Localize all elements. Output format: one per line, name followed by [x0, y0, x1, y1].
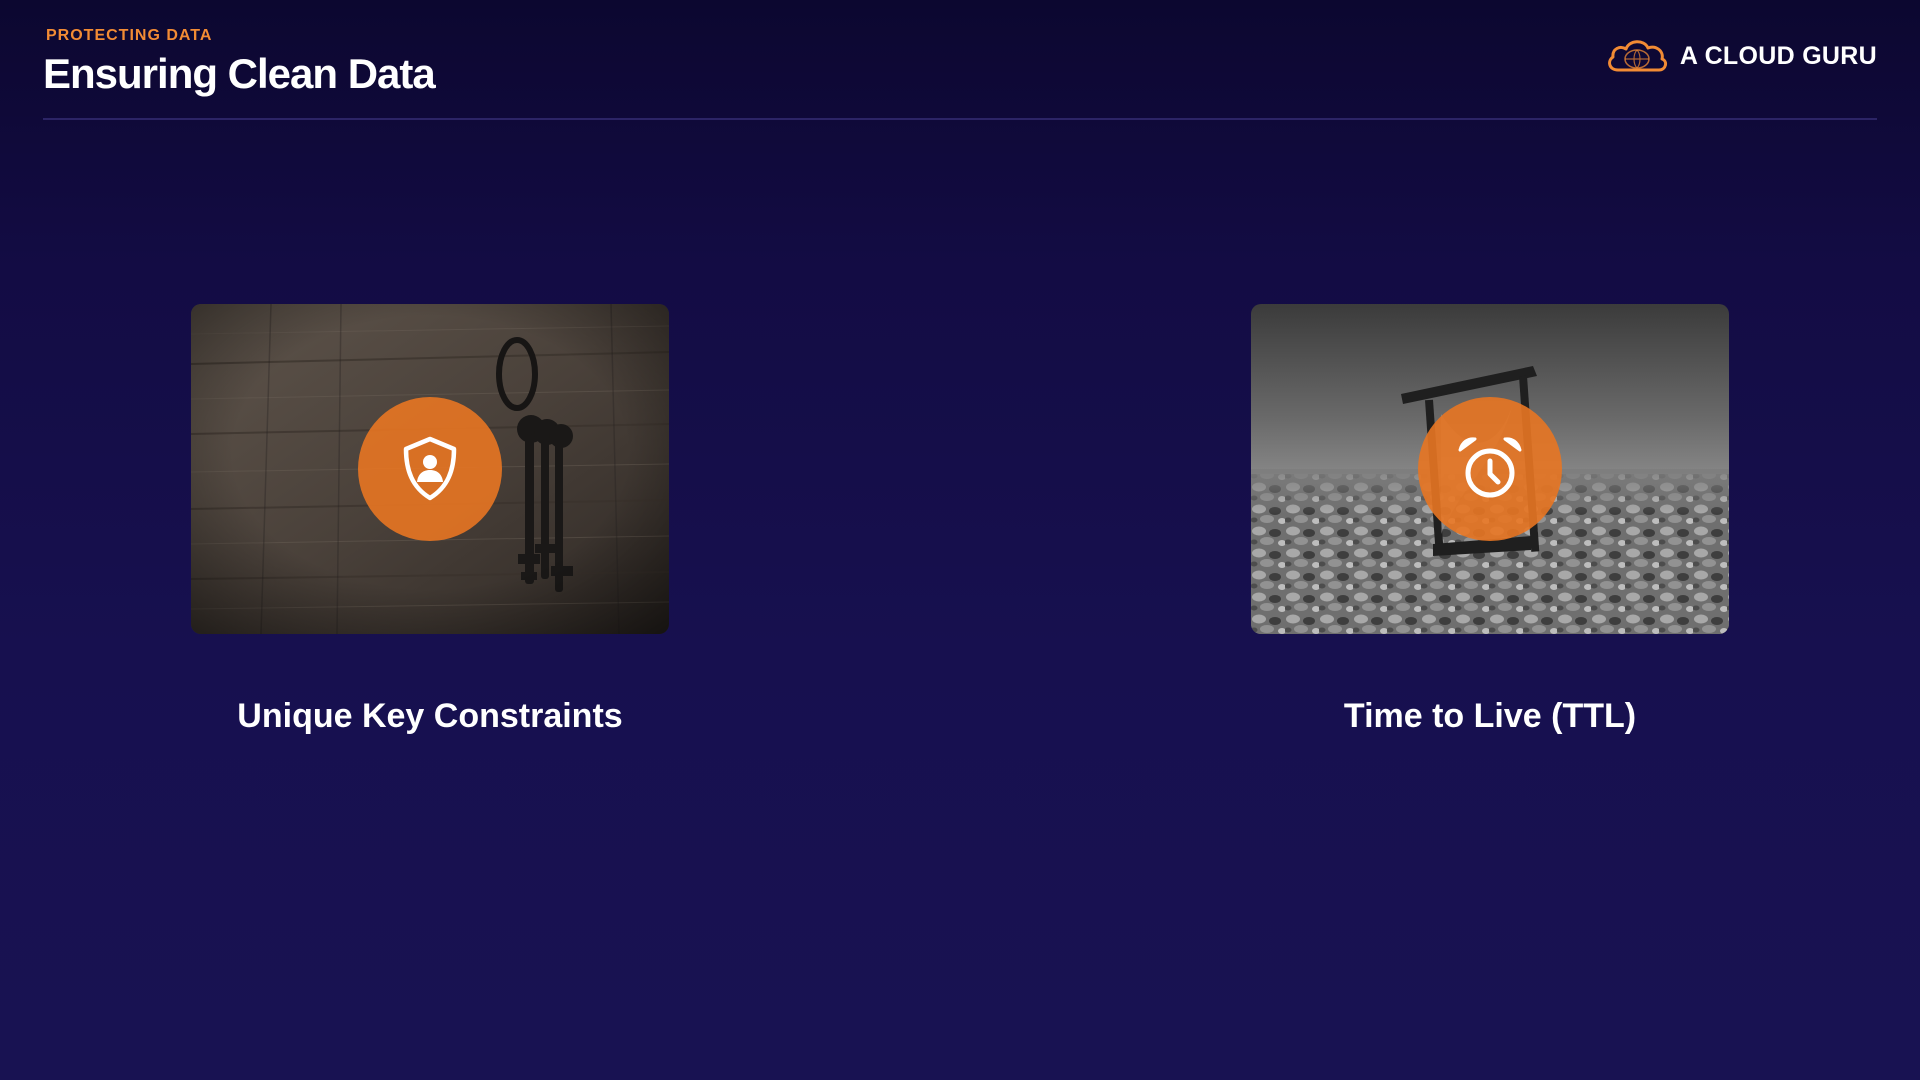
slide-header: PROTECTING DATA Ensuring Clean Data — [43, 24, 436, 100]
badge — [1418, 397, 1562, 541]
page-title: Ensuring Clean Data — [43, 50, 436, 97]
section-eyebrow: PROTECTING DATA — [46, 27, 213, 44]
alarm-clock-icon — [1458, 437, 1522, 498]
badge — [358, 397, 502, 541]
card-time-to-live: Time to Live (TTL) — [1251, 304, 1729, 738]
header-divider — [43, 118, 1877, 120]
hourglass-on-pebbles-photo — [1251, 304, 1729, 634]
card-label: Unique Key Constraints — [237, 697, 623, 735]
card-label: Time to Live (TTL) — [1343, 697, 1637, 735]
cloud-logo-icon — [1607, 40, 1667, 72]
shield-user-icon — [403, 436, 457, 501]
brand: A CLOUD GURU — [1604, 36, 1877, 76]
card-unique-key-constraints: Unique Key Constraints — [191, 304, 669, 738]
brand-name: A CLOUD GURU — [1679, 41, 1877, 70]
wooden-wall-with-keys-photo — [191, 304, 669, 634]
